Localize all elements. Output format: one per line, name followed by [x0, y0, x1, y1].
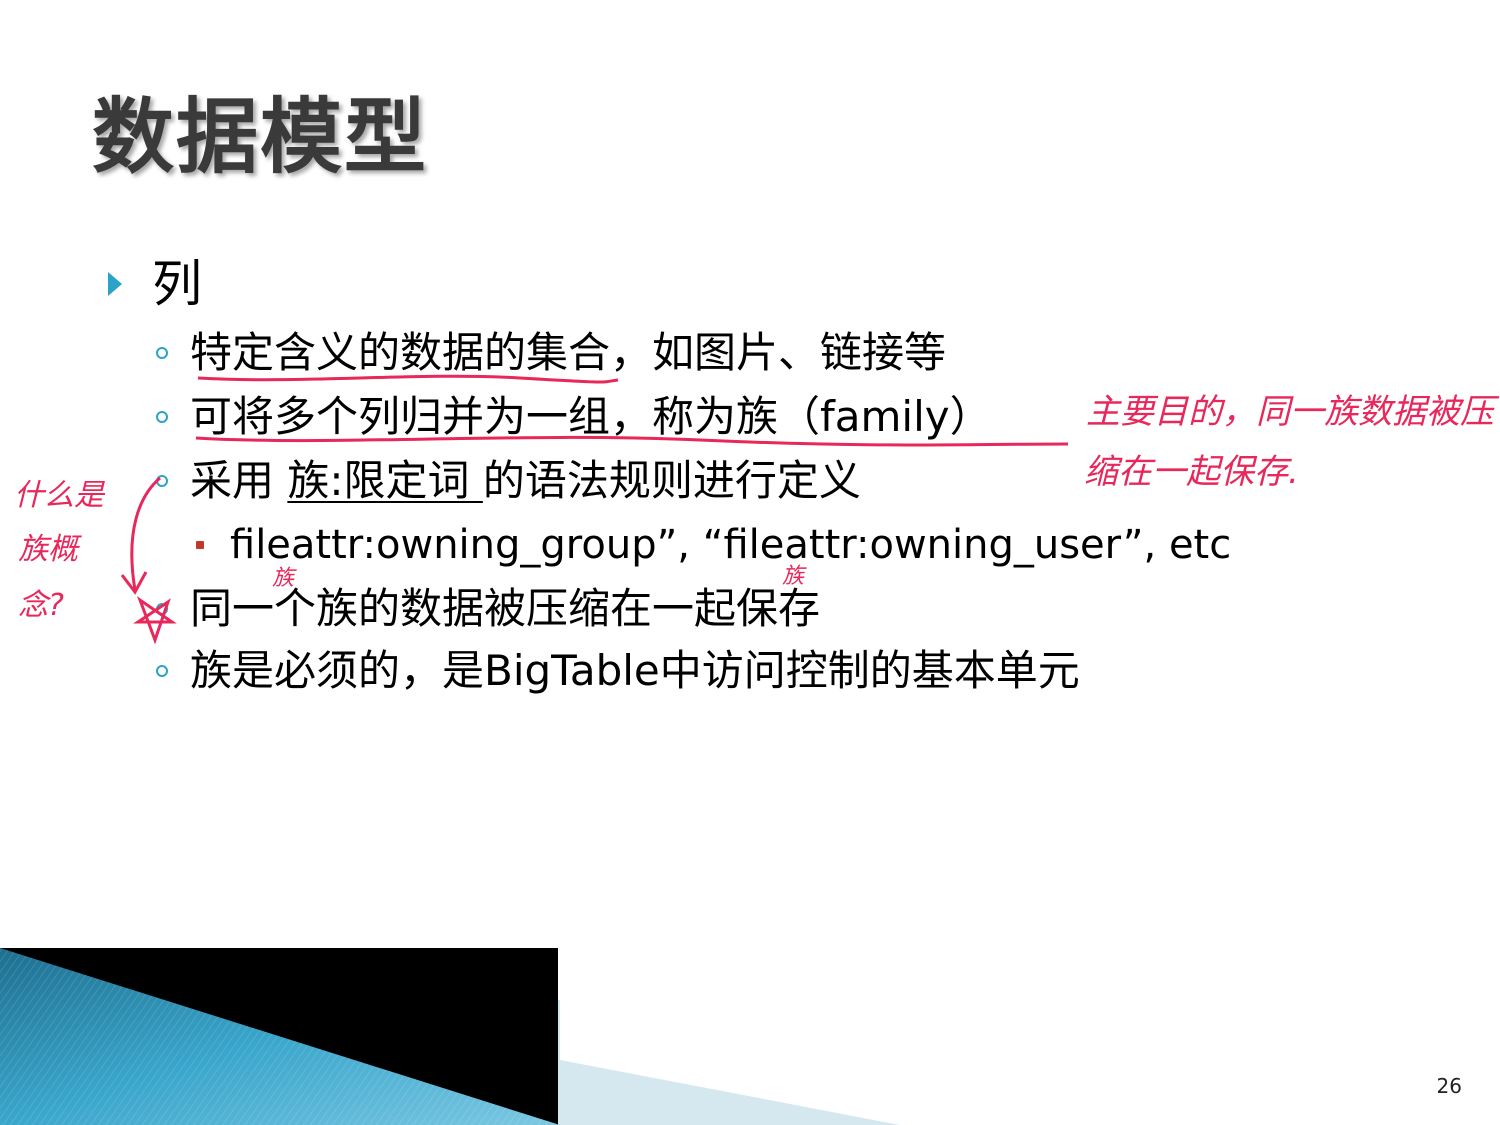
- bullet-item-1: 特定含义的数据的集合，如图片、链接等: [156, 322, 946, 384]
- bullet-item-2: 可将多个列归并为一组，称为族（family）: [156, 386, 992, 448]
- bullet-text-2: 可将多个列归并为一组，称为族（family）: [190, 392, 992, 441]
- arrow-head-icon: [120, 571, 148, 595]
- page-number: 26: [1436, 1074, 1462, 1098]
- bullet-level1-text: 列: [152, 255, 202, 313]
- bullet-text-1: 特定含义的数据的集合，如图片、链接等: [190, 328, 947, 377]
- note-right-line1: 主要目的，同一族数据被压: [1086, 392, 1494, 432]
- bullet-level1: 列: [108, 252, 202, 316]
- bullet-text-5: 族是必须的，是BigTable中访问控制的基本单元: [190, 646, 1080, 695]
- note-right-line2: 缩在一起保存.: [1084, 452, 1299, 492]
- bullet-text-3: 采用 族:限定词 的语法规则进行定义: [190, 450, 861, 512]
- bullet-item-3: 采用 族:限定词 的语法规则进行定义: [156, 450, 861, 512]
- note-left-line1: 什么是: [14, 478, 104, 513]
- bullet-item-4: 同一个族的数据被压缩在一起保存: [156, 578, 820, 640]
- corner-decoration: [0, 948, 900, 1125]
- triangle-bullet-icon: [108, 272, 122, 296]
- sub-bullet-text: fileattr:owning_group”, “fileattr:owning…: [230, 522, 1232, 568]
- bullet-item-5: 族是必须的，是BigTable中访问控制的基本单元: [156, 640, 1080, 702]
- slide-title: 数据模型: [92, 90, 429, 185]
- square-bullet-icon: [196, 541, 204, 549]
- circle-bullet-icon: [156, 347, 168, 359]
- note-small-1: 族: [272, 566, 295, 591]
- circle-bullet-icon: [156, 411, 168, 423]
- sub-bullet-item: fileattr:owning_group”, “fileattr:owning…: [196, 514, 1231, 576]
- slide: 数据模型 列 特定含义的数据的集合，如图片、链接等 可将多个列归并为一组，称为族…: [0, 0, 1500, 1125]
- note-left-line3: 念?: [18, 588, 64, 623]
- bullet-text-3-after: 的语法规则进行定义: [482, 456, 861, 505]
- circle-bullet-icon: [156, 603, 168, 615]
- note-left-line2: 族概: [18, 532, 78, 567]
- bullet-text-3-before: 采用: [190, 456, 288, 505]
- circle-bullet-icon: [156, 665, 168, 677]
- circle-bullet-icon: [156, 475, 168, 487]
- note-small-2: 族: [782, 564, 805, 589]
- bullet-text-3-underlined: 族:限定词: [287, 456, 483, 505]
